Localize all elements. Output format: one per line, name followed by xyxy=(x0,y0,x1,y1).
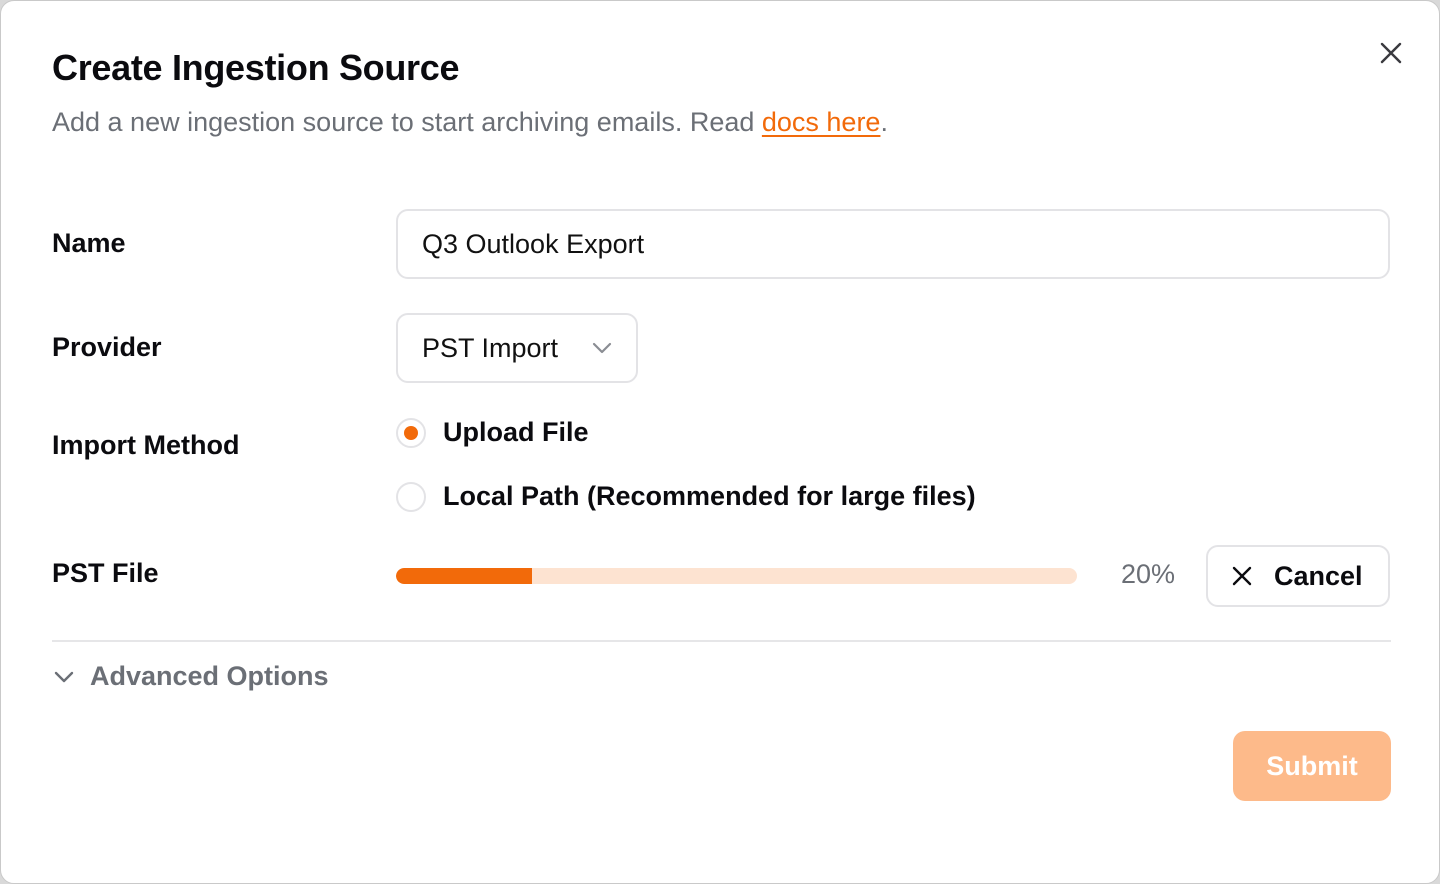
upload-progress-fill xyxy=(396,568,533,584)
docs-link[interactable]: docs here xyxy=(762,107,881,137)
pst-file-label: PST File xyxy=(52,558,159,588)
provider-select[interactable]: PST Import xyxy=(396,313,638,383)
radio-upload-file-label: Upload File xyxy=(443,417,589,447)
import-method-label: Import Method xyxy=(52,430,240,460)
dialog-title: Create Ingestion Source xyxy=(52,47,460,88)
radio-button-unselected[interactable] xyxy=(396,481,426,512)
upload-progress-percent: 20% xyxy=(1121,559,1176,589)
radio-local-path[interactable]: Local Path (Recommended for large files) xyxy=(396,481,976,512)
submit-button[interactable]: Submit xyxy=(1233,731,1391,801)
dialog-subtitle: Add a new ingestion source to start arch… xyxy=(52,107,888,138)
advanced-options-toggle[interactable]: Advanced Options xyxy=(54,661,329,692)
radio-upload-file[interactable]: Upload File xyxy=(396,417,589,448)
create-ingestion-source-dialog: Create Ingestion Source Add a new ingest… xyxy=(0,0,1440,884)
chevron-down-icon xyxy=(592,342,612,354)
radio-local-path-label: Local Path (Recommended for large files) xyxy=(443,481,976,511)
name-input[interactable] xyxy=(396,209,1390,279)
cancel-upload-label: Cancel xyxy=(1274,560,1363,591)
cancel-upload-button[interactable]: Cancel xyxy=(1206,545,1390,607)
section-divider xyxy=(52,640,1391,642)
chevron-down-icon xyxy=(54,671,74,682)
advanced-options-label: Advanced Options xyxy=(90,661,329,691)
close-icon xyxy=(1380,42,1402,64)
subtitle-suffix: . xyxy=(880,107,888,137)
name-label: Name xyxy=(52,228,126,258)
radio-button-selected[interactable] xyxy=(396,417,426,448)
radio-dot xyxy=(404,425,418,440)
provider-selected-value: PST Import xyxy=(422,332,559,363)
close-icon xyxy=(1232,566,1252,586)
upload-progress-bar xyxy=(396,568,1077,584)
provider-label: Provider xyxy=(52,332,162,362)
subtitle-text: Add a new ingestion source to start arch… xyxy=(52,107,762,137)
close-dialog-button[interactable] xyxy=(1374,36,1408,70)
